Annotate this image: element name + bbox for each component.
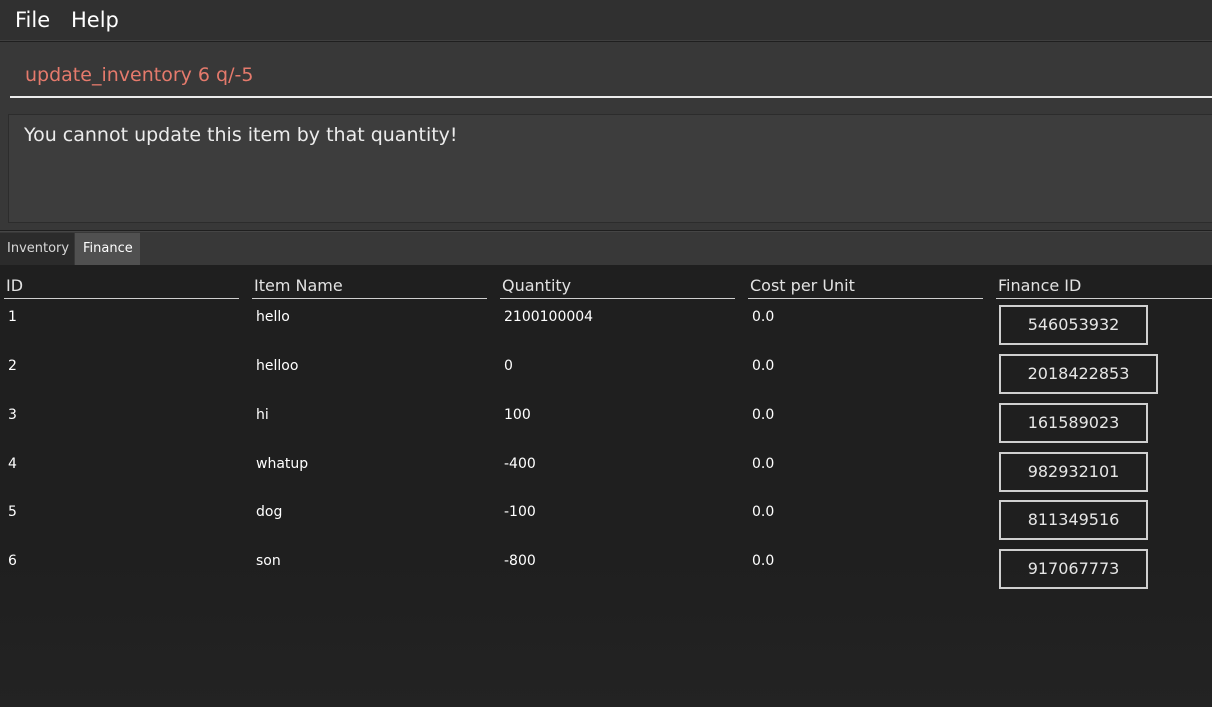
cell-quantity: 100: [504, 407, 531, 423]
column-header-quantity[interactable]: Quantity: [500, 275, 735, 299]
cell-item-name: son: [256, 553, 281, 569]
cell-quantity: 0: [504, 358, 513, 374]
command-box: [0, 42, 1212, 110]
cell-cost: 0.0: [752, 358, 775, 374]
result-display: You cannot update this item by that quan…: [8, 114, 1212, 223]
cell-quantity: -800: [504, 553, 536, 569]
finance-id-button[interactable]: 546053932: [999, 305, 1148, 345]
column-header-cost-per-unit[interactable]: Cost per Unit: [748, 275, 983, 299]
command-input[interactable]: [10, 54, 1212, 98]
cell-quantity: -100: [504, 504, 536, 520]
finance-id-button[interactable]: 917067773: [999, 549, 1148, 589]
cell-item-name: helloo: [256, 358, 299, 374]
cell-item-name: whatup: [256, 456, 309, 472]
menu-file[interactable]: File: [15, 7, 50, 33]
finance-id-button[interactable]: 161589023: [999, 403, 1148, 443]
cell-item-name: hi: [256, 407, 269, 423]
cell-cost: 0.0: [752, 407, 775, 423]
cell-id: 2: [8, 358, 17, 374]
menu-bar: File Help: [0, 0, 1212, 41]
inventory-table: ID Item Name Quantity Cost per Unit Fina…: [0, 265, 1212, 707]
cell-id: 5: [8, 504, 17, 520]
cell-item-name: hello: [256, 309, 290, 325]
column-header-finance-id[interactable]: Finance ID: [996, 275, 1212, 299]
tab-bar: Inventory Finance: [0, 231, 1212, 265]
cell-id: 6: [8, 553, 17, 569]
finance-id-button[interactable]: 2018422853: [999, 354, 1158, 394]
cell-cost: 0.0: [752, 456, 775, 472]
cell-quantity: -400: [504, 456, 536, 472]
cell-cost: 0.0: [752, 504, 775, 520]
result-display-panel: You cannot update this item by that quan…: [0, 110, 1212, 230]
menu-help[interactable]: Help: [71, 7, 119, 33]
app-window: File Help You cannot update this item by…: [0, 0, 1212, 707]
finance-id-button[interactable]: 982932101: [999, 452, 1148, 492]
cell-id: 3: [8, 407, 17, 423]
cell-quantity: 2100100004: [504, 309, 594, 325]
cell-cost: 0.0: [752, 309, 775, 325]
tab-inventory[interactable]: Inventory: [0, 233, 74, 265]
cell-item-name: dog: [256, 504, 283, 520]
cell-cost: 0.0: [752, 553, 775, 569]
column-header-id[interactable]: ID: [4, 275, 239, 299]
cell-id: 4: [8, 456, 17, 472]
column-header-item-name[interactable]: Item Name: [252, 275, 487, 299]
tab-finance[interactable]: Finance: [75, 233, 140, 265]
finance-id-button[interactable]: 811349516: [999, 500, 1148, 540]
cell-id: 1: [8, 309, 17, 325]
